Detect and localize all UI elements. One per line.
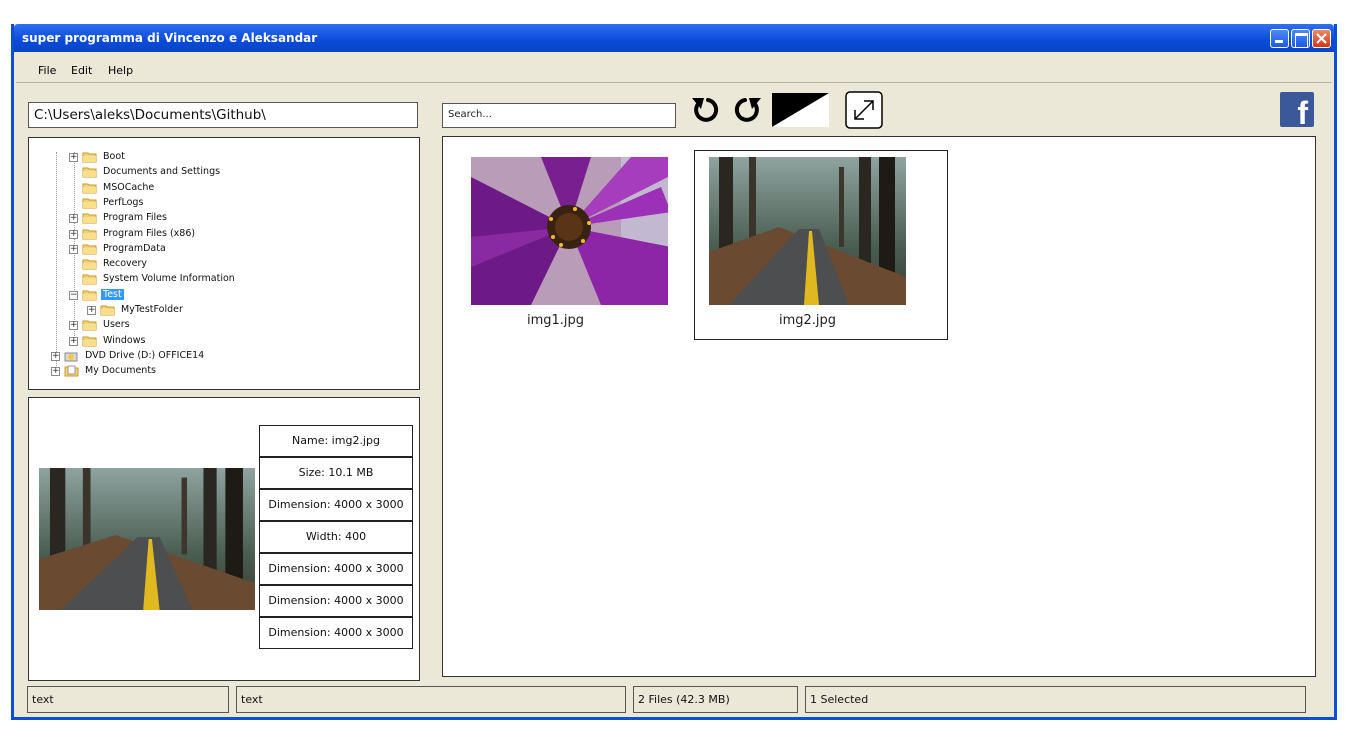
folder-tree: + Boot Documents and Settings MSOCache PerfL… bbox=[28, 137, 420, 390]
window-title: super programma di Vincenzo e Aleksandar bbox=[22, 31, 318, 45]
image-gallery: img1.jpg img2.jpg bbox=[442, 136, 1316, 677]
preview-panel: Name: img2.jpg Size: 10.1 MB Dimension: … bbox=[28, 397, 420, 681]
folder-icon bbox=[82, 183, 97, 194]
status-file-count: 2 Files (42.3 MB) bbox=[633, 686, 798, 713]
contrast-icon bbox=[772, 93, 829, 127]
folder-icon bbox=[82, 229, 97, 239]
menu-help[interactable]: Help bbox=[108, 64, 133, 77]
tree-item-label: DVD Drive (D:) OFFICE14 bbox=[85, 349, 205, 361]
thumbnail-caption: img1.jpg bbox=[526, 313, 585, 328]
tree-item-label: Users bbox=[103, 319, 130, 331]
expand-icon[interactable]: + bbox=[69, 214, 78, 224]
tree-item-label: System Volume Information bbox=[103, 273, 235, 285]
tree-guide bbox=[56, 152, 57, 372]
folder-icon bbox=[82, 152, 97, 163]
preview-image bbox=[39, 468, 255, 610]
expand-icon[interactable]: + bbox=[87, 306, 96, 315]
menu-edit[interactable]: Edit bbox=[71, 64, 92, 77]
folder-icon bbox=[82, 167, 97, 178]
status-field-1: text bbox=[27, 686, 229, 713]
thumbnail-image bbox=[709, 157, 906, 305]
app-window: super programma di Vincenzo e Aleksandar… bbox=[11, 24, 1337, 720]
info-name: Name: img2.jpg bbox=[259, 425, 413, 457]
expand-icon[interactable]: + bbox=[69, 336, 78, 346]
menu-bar: File Edit Help bbox=[14, 52, 1334, 80]
folder-icon bbox=[100, 305, 115, 316]
folder-icon bbox=[82, 274, 97, 285]
facebook-button[interactable]: f bbox=[1280, 92, 1314, 131]
folder-icon bbox=[82, 290, 97, 301]
search-input[interactable]: Search... bbox=[442, 103, 676, 128]
documents-icon bbox=[64, 365, 79, 377]
rotate-left-button[interactable] bbox=[688, 92, 722, 129]
tree-item-label: Windows bbox=[103, 334, 146, 346]
folder-icon bbox=[82, 213, 97, 224]
folder-icon bbox=[82, 336, 97, 347]
tree-item-label: My Documents bbox=[85, 365, 157, 377]
contrast-button[interactable] bbox=[772, 93, 830, 130]
tree-item-label: PerfLogs bbox=[103, 196, 144, 208]
menu-divider bbox=[16, 82, 1332, 83]
status-selection: 1 Selected bbox=[805, 686, 1306, 713]
info-width: Width: 400 bbox=[259, 521, 413, 553]
folder-icon bbox=[82, 198, 97, 209]
dvd-drive-icon bbox=[64, 352, 78, 362]
expand-icon[interactable]: + bbox=[69, 153, 78, 162]
folder-icon bbox=[82, 320, 97, 331]
thumbnail-caption: img2.jpg bbox=[778, 313, 837, 328]
tree-item-label: Program Files bbox=[103, 212, 167, 224]
tree-item-label: Recovery bbox=[103, 258, 148, 270]
fullscreen-button[interactable] bbox=[844, 90, 884, 133]
status-field-2: text bbox=[236, 686, 626, 713]
info-size: Size: 10.1 MB bbox=[259, 457, 413, 489]
rotate-right-icon bbox=[734, 98, 761, 122]
expand-icon bbox=[845, 91, 883, 129]
expand-icon[interactable]: + bbox=[51, 351, 60, 361]
info-dimension: Dimension: 4000 x 3000 bbox=[259, 617, 413, 649]
thumbnail-item[interactable]: img1.jpg bbox=[443, 137, 697, 328]
info-dimension: Dimension: 4000 x 3000 bbox=[259, 553, 413, 585]
maximize-button[interactable] bbox=[1291, 29, 1310, 48]
expand-icon[interactable]: + bbox=[69, 321, 78, 331]
rotate-right-button[interactable] bbox=[731, 92, 765, 129]
info-dimension: Dimension: 4000 x 3000 bbox=[259, 585, 413, 617]
tree-item-label: MSOCache bbox=[103, 181, 155, 193]
tree-item-label: Program Files (x86) bbox=[103, 227, 196, 239]
tree-item-label: Boot bbox=[103, 151, 125, 162]
tree-item-label: Test bbox=[101, 288, 124, 300]
expand-icon[interactable]: + bbox=[69, 244, 78, 254]
close-icon bbox=[1316, 33, 1327, 44]
facebook-icon: f bbox=[1297, 95, 1308, 131]
path-input[interactable]: C:\Users\aleks\Documents\Github\ bbox=[28, 102, 418, 128]
folder-icon bbox=[82, 259, 97, 270]
title-bar[interactable]: super programma di Vincenzo e Aleksandar bbox=[14, 24, 1334, 52]
expand-icon[interactable]: + bbox=[69, 229, 78, 239]
close-button[interactable] bbox=[1312, 29, 1331, 48]
folder-icon bbox=[82, 244, 97, 255]
tree-item-label: ProgramData bbox=[103, 242, 166, 254]
minimize-button[interactable] bbox=[1270, 29, 1289, 48]
thumbnail-item-selected[interactable]: img2.jpg bbox=[694, 150, 948, 340]
expand-icon[interactable]: + bbox=[51, 367, 60, 377]
info-dimension: Dimension: 4000 x 3000 bbox=[259, 489, 413, 521]
tree-item-label: MyTestFolder bbox=[121, 304, 183, 315]
rotate-left-icon bbox=[692, 98, 719, 122]
tree-item-label: Documents and Settings bbox=[103, 166, 221, 178]
thumbnail-image bbox=[471, 157, 668, 305]
menu-file[interactable]: File bbox=[38, 64, 56, 77]
collapse-icon[interactable]: − bbox=[69, 290, 78, 300]
